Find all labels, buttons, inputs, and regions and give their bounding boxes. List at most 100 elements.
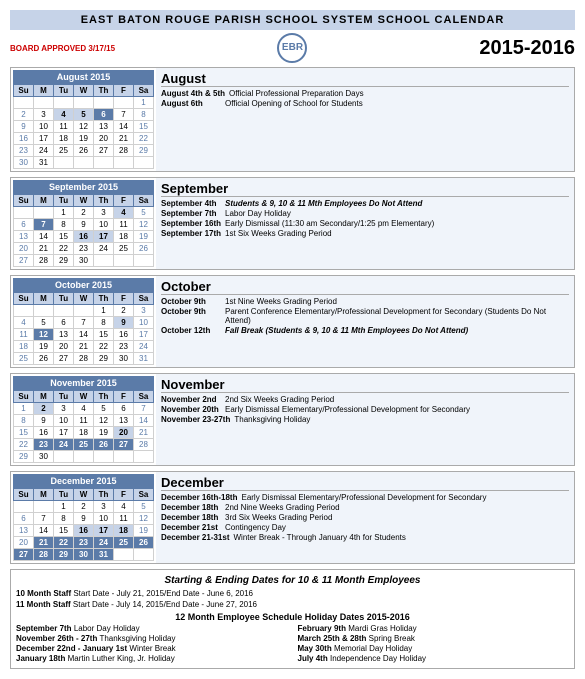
- cal-month-title: August 2015: [13, 70, 154, 84]
- event-date: November 2nd: [161, 395, 221, 404]
- event-date: August 6th: [161, 99, 221, 108]
- footer-title: Starting & Ending Dates for 10 & 11 Mont…: [16, 575, 569, 586]
- event-desc: Labor Day Holiday: [225, 209, 569, 218]
- event-row: October 9th 1st Nine Weeks Grading Perio…: [161, 297, 569, 306]
- holiday-item: September 7th Labor Day Holiday: [16, 624, 288, 633]
- staff-label: 10 Month Staff: [16, 589, 71, 598]
- event-row: September 17th 1st Six Weeks Grading Per…: [161, 229, 569, 238]
- event-date: November 23-27th: [161, 415, 230, 424]
- holiday-date: January 18th: [16, 654, 65, 663]
- event-desc: Students & 9, 10 & 11 Mth Employees Do N…: [225, 199, 569, 208]
- staff-row: 10 Month Staff Start Date - July 21, 201…: [16, 589, 569, 598]
- events-right: September September 4th Students & 9, 10…: [156, 178, 574, 269]
- cal-month-title: September 2015: [13, 180, 154, 194]
- event-row: August 6th Official Opening of School fo…: [161, 99, 569, 108]
- event-row: December 16th-18th Early Dismissal Eleme…: [161, 493, 569, 502]
- event-date: December 16th-18th: [161, 493, 237, 502]
- events-right: November November 2nd 2nd Six Weeks Grad…: [156, 374, 574, 465]
- event-desc: Early Dismissal Elementary/Professional …: [241, 493, 569, 502]
- event-desc: 2nd Six Weeks Grading Period: [225, 395, 569, 404]
- event-row: November 2nd 2nd Six Weeks Grading Perio…: [161, 395, 569, 404]
- holiday-name: Martin Luther King, Jr. Holiday: [68, 654, 175, 663]
- event-desc: Official Opening of School for Students: [225, 99, 569, 108]
- events-right: October October 9th 1st Nine Weeks Gradi…: [156, 276, 574, 367]
- calendar-left: November 2015 SuMTuWThFSa123456789101112…: [11, 374, 156, 465]
- month-heading: August: [161, 71, 569, 87]
- holiday-item: February 9th Mardi Gras Holiday: [298, 624, 570, 633]
- event-date: October 9th: [161, 307, 221, 325]
- event-desc: Parent Conference Elementary/Professiona…: [225, 307, 569, 325]
- event-row: December 18th 2nd Nine Weeks Grading Per…: [161, 503, 569, 512]
- staff-label: 11 Month Staff: [16, 600, 71, 609]
- event-date: December 21st: [161, 523, 221, 532]
- calendar-left: August 2015 SuMTuWThFSa12345678910111213…: [11, 68, 156, 171]
- holiday-item: November 26th - 27th Thanksgiving Holida…: [16, 634, 288, 643]
- event-desc: Early Dismissal Elementary/Professional …: [225, 405, 569, 414]
- month-section: October 2015 SuMTuWThFSa1234567891011121…: [10, 275, 575, 368]
- cal-month-title: November 2015: [13, 376, 154, 390]
- holiday-item: May 30th Memorial Day Holiday: [298, 644, 570, 653]
- month-section: August 2015 SuMTuWThFSa12345678910111213…: [10, 67, 575, 172]
- event-desc: Official Professional Preparation Days: [229, 89, 569, 98]
- event-desc: Thanksgiving Holiday: [234, 415, 569, 424]
- holiday-item: January 18th Martin Luther King, Jr. Hol…: [16, 654, 288, 663]
- event-date: September 4th: [161, 199, 221, 208]
- event-date: December 18th: [161, 503, 221, 512]
- holiday-date: September 7th: [16, 624, 72, 633]
- holiday-item: March 25th & 28th Spring Break: [298, 634, 570, 643]
- holidays-title: 12 Month Employee Schedule Holiday Dates…: [16, 612, 569, 622]
- holiday-date: July 4th: [298, 654, 328, 663]
- event-row: October 9th Parent Conference Elementary…: [161, 307, 569, 325]
- month-heading: September: [161, 181, 569, 197]
- event-date: October 12th: [161, 326, 221, 335]
- holiday-name: Independence Day Holiday: [330, 654, 426, 663]
- month-heading: October: [161, 279, 569, 295]
- calendar-left: September 2015 SuMTuWThFSa12345678910111…: [11, 178, 156, 269]
- event-desc: Contingency Day: [225, 523, 569, 532]
- event-row: December 21-31st Winter Break - Through …: [161, 533, 569, 542]
- month-heading: December: [161, 475, 569, 491]
- cal-month-title: December 2015: [13, 474, 154, 488]
- cal-month-title: October 2015: [13, 278, 154, 292]
- holiday-name: Memorial Day Holiday: [334, 644, 412, 653]
- holiday-date: February 9th: [298, 624, 346, 633]
- footer-section: Starting & Ending Dates for 10 & 11 Mont…: [10, 569, 575, 669]
- page-title: EAST BATON ROUGE PARISH SCHOOL SYSTEM SC…: [10, 10, 575, 30]
- calendar-left: October 2015 SuMTuWThFSa1234567891011121…: [11, 276, 156, 367]
- staff-row: 11 Month Staff Start Date - July 14, 201…: [16, 600, 569, 609]
- calendar-left: December 2015 SuMTuWThFSa123456789101112…: [11, 472, 156, 563]
- holiday-date: May 30th: [298, 644, 332, 653]
- event-row: September 16th Early Dismissal (11:30 am…: [161, 219, 569, 228]
- year-title: 2015-2016: [387, 37, 575, 60]
- event-row: November 20th Early Dismissal Elementary…: [161, 405, 569, 414]
- holiday-name: Winter Break: [129, 644, 175, 653]
- event-desc: 1st Six Weeks Grading Period: [225, 229, 569, 238]
- event-date: November 20th: [161, 405, 221, 414]
- month-section: November 2015 SuMTuWThFSa123456789101112…: [10, 373, 575, 466]
- holiday-date: March 25th & 28th: [298, 634, 367, 643]
- holiday-name: Mardi Gras Holiday: [348, 624, 416, 633]
- event-row: August 4th & 5th Official Professional P…: [161, 89, 569, 98]
- event-date: August 4th & 5th: [161, 89, 225, 98]
- holiday-item: December 22nd - January 1st Winter Break: [16, 644, 288, 653]
- month-section: December 2015 SuMTuWThFSa123456789101112…: [10, 471, 575, 564]
- holiday-name: Labor Day Holiday: [74, 624, 140, 633]
- event-desc: Fall Break (Students & 9, 10 & 11 Mth Em…: [225, 326, 569, 335]
- event-row: December 21st Contingency Day: [161, 523, 569, 532]
- event-desc: 3rd Six Weeks Grading Period: [225, 513, 569, 522]
- event-date: September 17th: [161, 229, 221, 238]
- holiday-date: December 22nd - January 1st: [16, 644, 127, 653]
- event-date: September 16th: [161, 219, 221, 228]
- event-date: October 9th: [161, 297, 221, 306]
- event-desc: 1st Nine Weeks Grading Period: [225, 297, 569, 306]
- events-right: August August 4th & 5th Official Profess…: [156, 68, 574, 171]
- holiday-name: Thanksgiving Holiday: [99, 634, 175, 643]
- school-logo: EBR: [277, 33, 307, 63]
- holiday-name: Spring Break: [369, 634, 415, 643]
- board-approved-text: BOARD APPROVED 3/17/15: [10, 44, 198, 53]
- month-heading: November: [161, 377, 569, 393]
- event-row: September 4th Students & 9, 10 & 11 Mth …: [161, 199, 569, 208]
- event-row: September 7th Labor Day Holiday: [161, 209, 569, 218]
- event-desc: 2nd Nine Weeks Grading Period: [225, 503, 569, 512]
- event-desc: Winter Break - Through January 4th for S…: [233, 533, 569, 542]
